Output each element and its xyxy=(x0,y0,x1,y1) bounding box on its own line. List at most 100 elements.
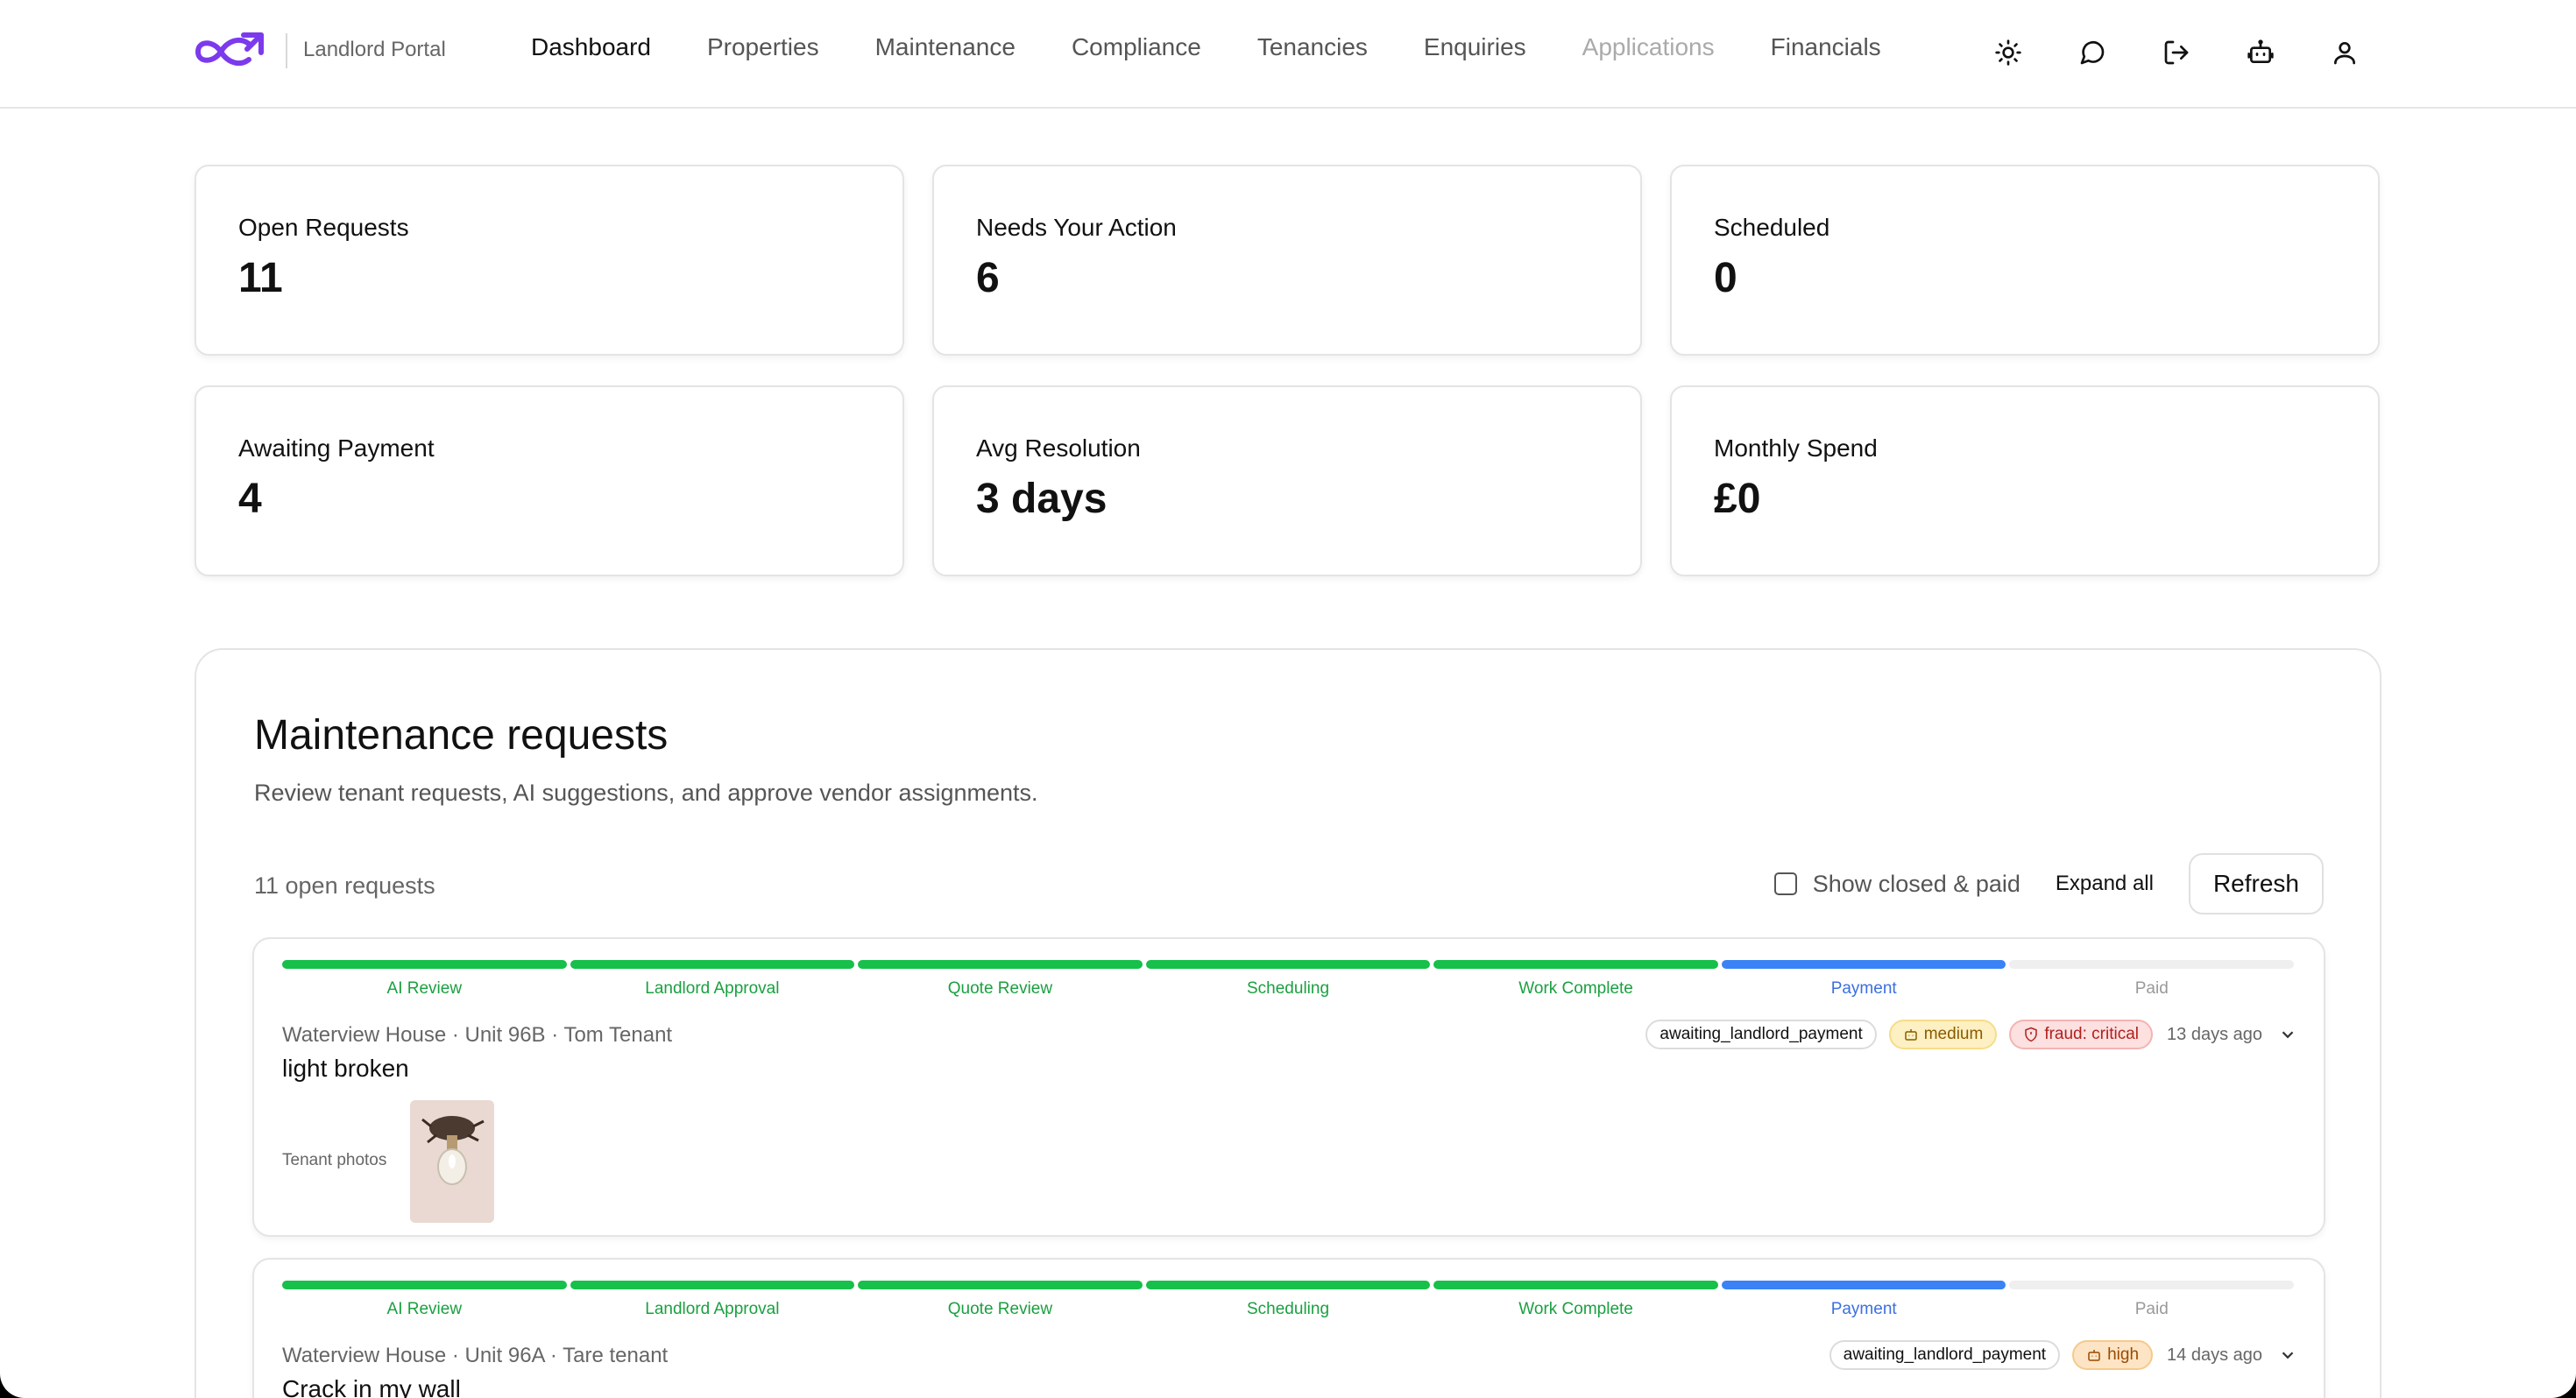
progress-segment xyxy=(282,1281,567,1289)
nav-item-properties[interactable]: Properties xyxy=(707,33,819,61)
status-badge: awaiting_landlord_payment xyxy=(1645,1020,1877,1049)
brand-logo[interactable] xyxy=(195,28,270,75)
header-actions xyxy=(1989,33,2410,72)
stat-card: Monthly Spend £0 xyxy=(1670,385,2380,576)
nav-item-dashboard[interactable]: Dashboard xyxy=(531,33,651,61)
user-icon[interactable] xyxy=(2325,33,2364,72)
stat-value: 0 xyxy=(1714,255,1737,301)
window-corner xyxy=(2527,1349,2576,1398)
stage-label: Landlord Approval xyxy=(645,979,780,998)
robot-icon xyxy=(2088,1350,2100,1361)
nav-item-enquiries[interactable]: Enquiries xyxy=(1424,33,1526,61)
chat-bubble-icon[interactable] xyxy=(2073,33,2112,72)
request-badges: awaiting_landlord_payment medium fraud: cr… xyxy=(1633,1020,2297,1049)
stage-label: Work Complete xyxy=(1518,1300,1633,1318)
panel-subtitle: Review tenant requests, AI suggestions, … xyxy=(254,780,1038,806)
shield-icon xyxy=(2025,1027,2038,1042)
progress-segment xyxy=(1721,960,2006,969)
progress-segment xyxy=(570,960,855,969)
stage-label: Scheduling xyxy=(1247,979,1330,998)
stage-label: Payment xyxy=(1830,979,1897,998)
status-badge: awaiting_landlord_payment xyxy=(1829,1340,2061,1370)
maintenance-panel: Maintenance requests Review tenant reque… xyxy=(195,648,2381,1398)
request-badges: awaiting_landlord_payment high 14 days ago xyxy=(1817,1340,2297,1370)
stat-card: Open Requests 11 xyxy=(195,165,904,356)
chevron-down-icon[interactable] xyxy=(2278,1025,2297,1044)
stage-label: Paid xyxy=(2134,979,2169,998)
logo-divider xyxy=(286,33,287,68)
stat-card: Avg Resolution 3 days xyxy=(932,385,1642,576)
panel-controls: Show closed & paid Expand all Refresh xyxy=(1773,853,2324,914)
sun-icon[interactable] xyxy=(1989,33,2028,72)
nav-item-maintenance[interactable]: Maintenance xyxy=(875,33,1016,61)
stat-label: Scheduled xyxy=(1714,214,1830,241)
stage-label: Payment xyxy=(1830,1300,1897,1318)
progress-segment xyxy=(2009,960,2295,969)
show-closed-label[interactable]: Show closed & paid xyxy=(1813,871,2020,898)
progress-segment xyxy=(2009,1281,2295,1289)
nav-item-financials[interactable]: Financials xyxy=(1771,33,1881,61)
stage-label: Quote Review xyxy=(947,1300,1053,1318)
stat-value: 3 days xyxy=(976,476,1108,522)
progress-bar xyxy=(282,1281,2295,1289)
stat-card: Needs Your Action 6 xyxy=(932,165,1642,356)
panel-title: Maintenance requests xyxy=(254,712,669,759)
stat-value: 11 xyxy=(238,255,283,301)
logout-icon[interactable] xyxy=(2157,33,2196,72)
stat-label: Awaiting Payment xyxy=(238,434,435,462)
request-title: Crack in my wall xyxy=(282,1375,461,1398)
request-age: 13 days ago xyxy=(2167,1024,2262,1044)
robot-icon xyxy=(1904,1029,1917,1041)
request-card[interactable]: AI Review Landlord Approval Quote Review Sc… xyxy=(252,1258,2325,1398)
window-corner xyxy=(0,1373,25,1398)
stat-card: Awaiting Payment 4 xyxy=(195,385,904,576)
nav-item-tenancies[interactable]: Tenancies xyxy=(1257,33,1368,61)
tenant-photo-thumbnail[interactable] xyxy=(410,1100,494,1223)
progress-segment xyxy=(1145,1281,1431,1289)
priority-text: medium xyxy=(1923,1025,1984,1043)
progress-segment xyxy=(570,1281,855,1289)
progress-segment xyxy=(858,960,1143,969)
stat-value: 6 xyxy=(976,255,1000,301)
main-nav: Dashboard Properties Maintenance Compliance… xyxy=(531,33,1937,61)
stage-labels: AI Review Landlord Approval Quote Review Sc… xyxy=(282,979,2294,999)
robot-icon[interactable] xyxy=(2241,33,2280,72)
progress-segment xyxy=(1433,960,1718,969)
progress-segment xyxy=(1433,1281,1718,1289)
refresh-button[interactable]: Refresh xyxy=(2188,853,2324,914)
chevron-down-icon[interactable] xyxy=(2278,1345,2297,1365)
fraud-text: fraud: critical xyxy=(2044,1025,2140,1043)
stage-labels: AI Review Landlord Approval Quote Review Sc… xyxy=(282,1300,2294,1319)
progress-bar xyxy=(282,960,2295,969)
stat-value: £0 xyxy=(1714,476,1761,522)
nav-item-applications[interactable]: Applications xyxy=(1582,33,1715,61)
priority-badge: high xyxy=(2072,1340,2154,1370)
stage-label: Scheduling xyxy=(1247,1300,1330,1318)
priority-badge: medium xyxy=(1888,1020,1998,1049)
priority-text: high xyxy=(2107,1345,2140,1364)
stat-value: 4 xyxy=(238,476,262,522)
stage-label: Paid xyxy=(2134,1300,2169,1318)
progress-segment xyxy=(858,1281,1143,1289)
top-nav-bar: Landlord Portal Dashboard Properties Maint… xyxy=(0,0,2576,109)
stage-label: Landlord Approval xyxy=(645,1300,780,1318)
nav-item-compliance[interactable]: Compliance xyxy=(1072,33,1201,61)
stage-label: AI Review xyxy=(386,1300,463,1318)
progress-segment xyxy=(282,960,567,969)
request-title: light broken xyxy=(282,1055,409,1082)
app-window: Landlord Portal Dashboard Properties Maint… xyxy=(0,0,2576,1398)
stat-label: Avg Resolution xyxy=(976,434,1141,462)
stage-label: Work Complete xyxy=(1518,979,1633,998)
expand-all-button[interactable]: Expand all xyxy=(2056,872,2154,896)
stat-label: Needs Your Action xyxy=(976,214,1177,241)
request-card[interactable]: AI Review Landlord Approval Quote Review Sc… xyxy=(252,937,2325,1237)
show-closed-checkbox[interactable] xyxy=(1773,872,1797,895)
request-age: 14 days ago xyxy=(2167,1345,2262,1365)
stage-label: Quote Review xyxy=(947,979,1053,998)
tenant-photos-label: Tenant photos xyxy=(282,1151,387,1169)
stat-label: Open Requests xyxy=(238,214,409,241)
stat-card: Scheduled 0 xyxy=(1670,165,2380,356)
open-requests-count: 11 open requests xyxy=(254,872,435,899)
stat-label: Monthly Spend xyxy=(1714,434,1878,462)
stage-label: AI Review xyxy=(386,979,463,998)
